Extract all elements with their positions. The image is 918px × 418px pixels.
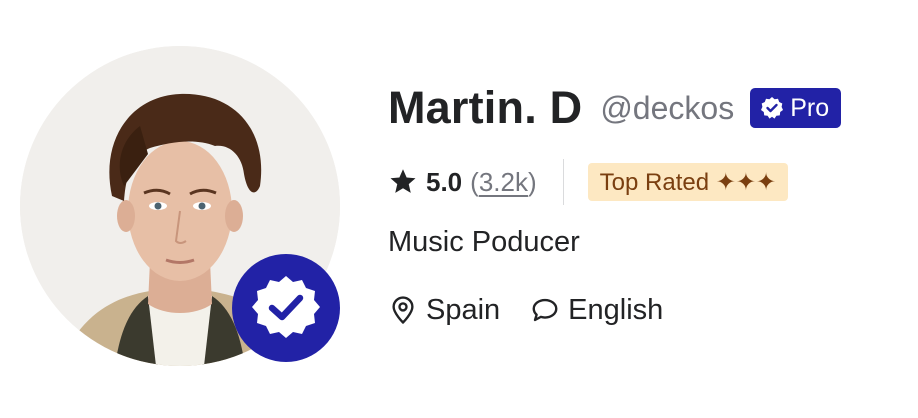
seller-username: @deckos	[600, 89, 735, 126]
language-text: English	[568, 293, 664, 326]
seller-tagline: Music Poducer	[388, 226, 580, 258]
star-icon	[390, 169, 416, 193]
pro-label: Pro	[790, 93, 830, 122]
location-text: Spain	[426, 293, 501, 326]
location-item: Spain	[388, 294, 500, 327]
rating-value: 5.0	[426, 166, 463, 197]
location-pin-icon	[392, 296, 414, 324]
seller-info: Martin. D @deckos Pro 5.0 (3.2k) Top Rat…	[388, 0, 908, 418]
rating-row: 5.0 (3.2k) Top Rated ✦✦✦	[388, 158, 789, 206]
divider	[562, 159, 564, 205]
avatar-container	[20, 46, 340, 366]
name-row: Martin. D @deckos Pro	[388, 78, 842, 138]
speech-bubble-icon	[532, 298, 558, 322]
pro-verified-icon	[761, 97, 784, 119]
seller-display-name[interactable]: Martin. D	[388, 82, 582, 134]
review-count-link[interactable]: (3.2k)	[470, 167, 537, 198]
level-badge: Top Rated ✦✦✦	[587, 163, 789, 201]
review-count[interactable]: 3.2k	[479, 167, 528, 197]
verified-check-icon	[232, 254, 340, 362]
language-item: English	[530, 294, 663, 327]
pro-badge[interactable]: Pro	[750, 88, 842, 128]
seller-meta: Spain English	[388, 288, 663, 332]
